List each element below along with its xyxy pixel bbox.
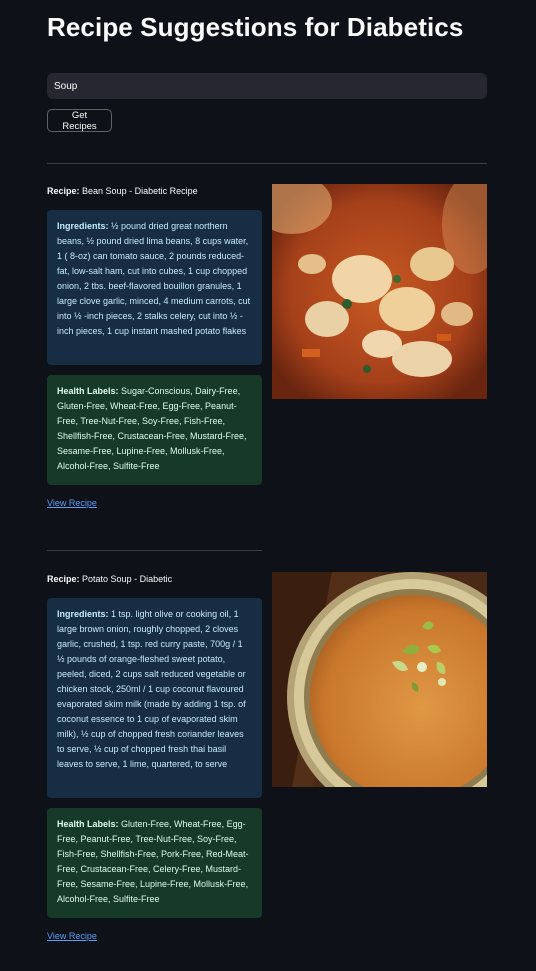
get-recipes-button[interactable]: Get Recipes	[47, 109, 112, 132]
recipe-title: Recipe: Bean Soup - Diabetic Recipe	[47, 186, 198, 196]
ingredients-text: 1 tsp. light olive or cooking oil, 1 lar…	[57, 609, 246, 769]
recipe-image	[272, 184, 487, 399]
view-recipe-link[interactable]: View Recipe	[47, 931, 97, 941]
ingredients-box: Ingredients: 1 tsp. light olive or cooki…	[47, 598, 262, 798]
divider	[47, 163, 487, 164]
ingredients-label: Ingredients:	[57, 221, 109, 231]
ingredients-box: Ingredients: ½ pound dried great norther…	[47, 210, 262, 365]
recipe-name: Bean Soup - Diabetic Recipe	[82, 186, 198, 196]
health-labels-label: Health Labels:	[57, 386, 119, 396]
recipe-title: Recipe: Potato Soup - Diabetic	[47, 574, 172, 584]
health-labels-text: Sugar-Conscious, Dairy-Free, Gluten-Free…	[57, 386, 247, 471]
view-recipe-link[interactable]: View Recipe	[47, 498, 97, 508]
bean-soup-photo	[272, 184, 487, 399]
recipe-label: Recipe:	[47, 574, 80, 584]
recipe-name: Potato Soup - Diabetic	[82, 574, 173, 584]
page-title: Recipe Suggestions for Diabetics	[47, 12, 464, 42]
sweet-potato-soup-photo	[272, 572, 487, 787]
ingredients-label: Ingredients:	[57, 609, 109, 619]
divider	[47, 550, 262, 551]
health-labels-box: Health Labels: Gluten-Free, Wheat-Free, …	[47, 808, 262, 918]
health-labels-text: Gluten-Free, Wheat-Free, Egg-Free, Peanu…	[57, 819, 249, 904]
ingredients-text: ½ pound dried great northern beans, ½ po…	[57, 221, 251, 336]
health-labels-label: Health Labels:	[57, 819, 119, 829]
recipe-label: Recipe:	[47, 186, 80, 196]
recipe-image	[272, 572, 487, 787]
health-labels-box: Health Labels: Sugar-Conscious, Dairy-Fr…	[47, 375, 262, 485]
search-input[interactable]	[47, 73, 487, 99]
